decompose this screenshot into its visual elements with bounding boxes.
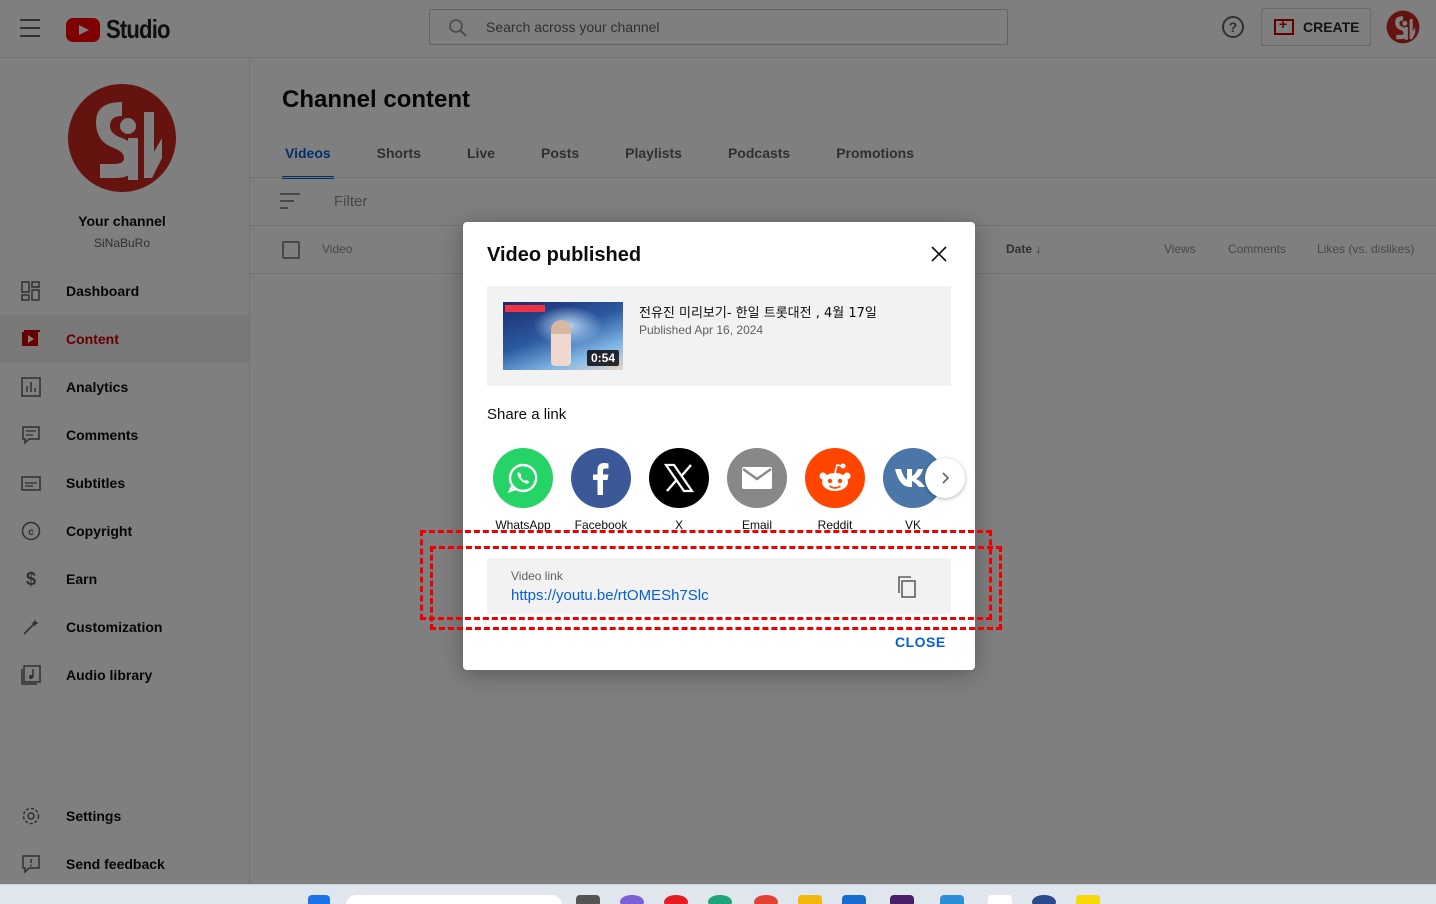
start-icon[interactable] <box>308 895 330 904</box>
edge-icon[interactable] <box>708 895 732 904</box>
share-link-heading: Share a link <box>487 406 567 423</box>
share-email[interactable]: Email <box>725 448 789 532</box>
notepad-icon[interactable] <box>988 895 1012 904</box>
video-thumbnail[interactable]: 0:54 <box>503 302 623 370</box>
store-icon[interactable] <box>842 895 866 904</box>
share-next-button[interactable] <box>925 458 965 498</box>
taskbar-app-icon-2[interactable] <box>1032 895 1056 904</box>
video-published-date: Published Apr 16, 2024 <box>639 323 764 337</box>
kakaotalk-icon[interactable] <box>1076 895 1100 904</box>
share-whatsapp[interactable]: WhatsApp <box>491 448 555 532</box>
dialog-title: Video published <box>487 244 642 266</box>
os-taskbar <box>0 884 1436 904</box>
file-explorer-icon[interactable] <box>798 895 822 904</box>
share-reddit[interactable]: Reddit <box>803 448 867 532</box>
thumbnail-banner <box>505 305 545 312</box>
thumbnail-performer <box>551 320 571 366</box>
x-icon <box>649 448 709 508</box>
highlight-annotation-inner <box>430 546 1002 630</box>
share-facebook[interactable]: Facebook <box>569 448 633 532</box>
chrome-icon[interactable] <box>754 895 778 904</box>
chevron-right-icon <box>942 472 950 484</box>
facebook-icon <box>571 448 631 508</box>
close-button[interactable]: CLOSE <box>895 634 946 650</box>
taskbar-app-icon[interactable] <box>620 895 644 904</box>
task-view-icon[interactable] <box>576 895 600 904</box>
share-x[interactable]: X <box>647 448 711 532</box>
reddit-icon <box>805 448 865 508</box>
opera-icon[interactable] <box>664 895 688 904</box>
share-targets: WhatsApp Facebook X Email Reddit VK <box>491 448 951 532</box>
calendar-icon[interactable] <box>940 895 964 904</box>
premiere-icon[interactable] <box>890 895 914 904</box>
video-duration: 0:54 <box>586 350 619 366</box>
video-card: 0:54 전유진 미리보기- 한일 트롯대전 , 4월 17일 Publishe… <box>487 286 951 386</box>
whatsapp-icon <box>493 448 553 508</box>
close-icon[interactable] <box>927 242 951 266</box>
video-title: 전유진 미리보기- 한일 트롯대전 , 4월 17일 <box>639 306 877 321</box>
email-icon <box>727 448 787 508</box>
taskbar-search-box[interactable] <box>346 895 562 904</box>
